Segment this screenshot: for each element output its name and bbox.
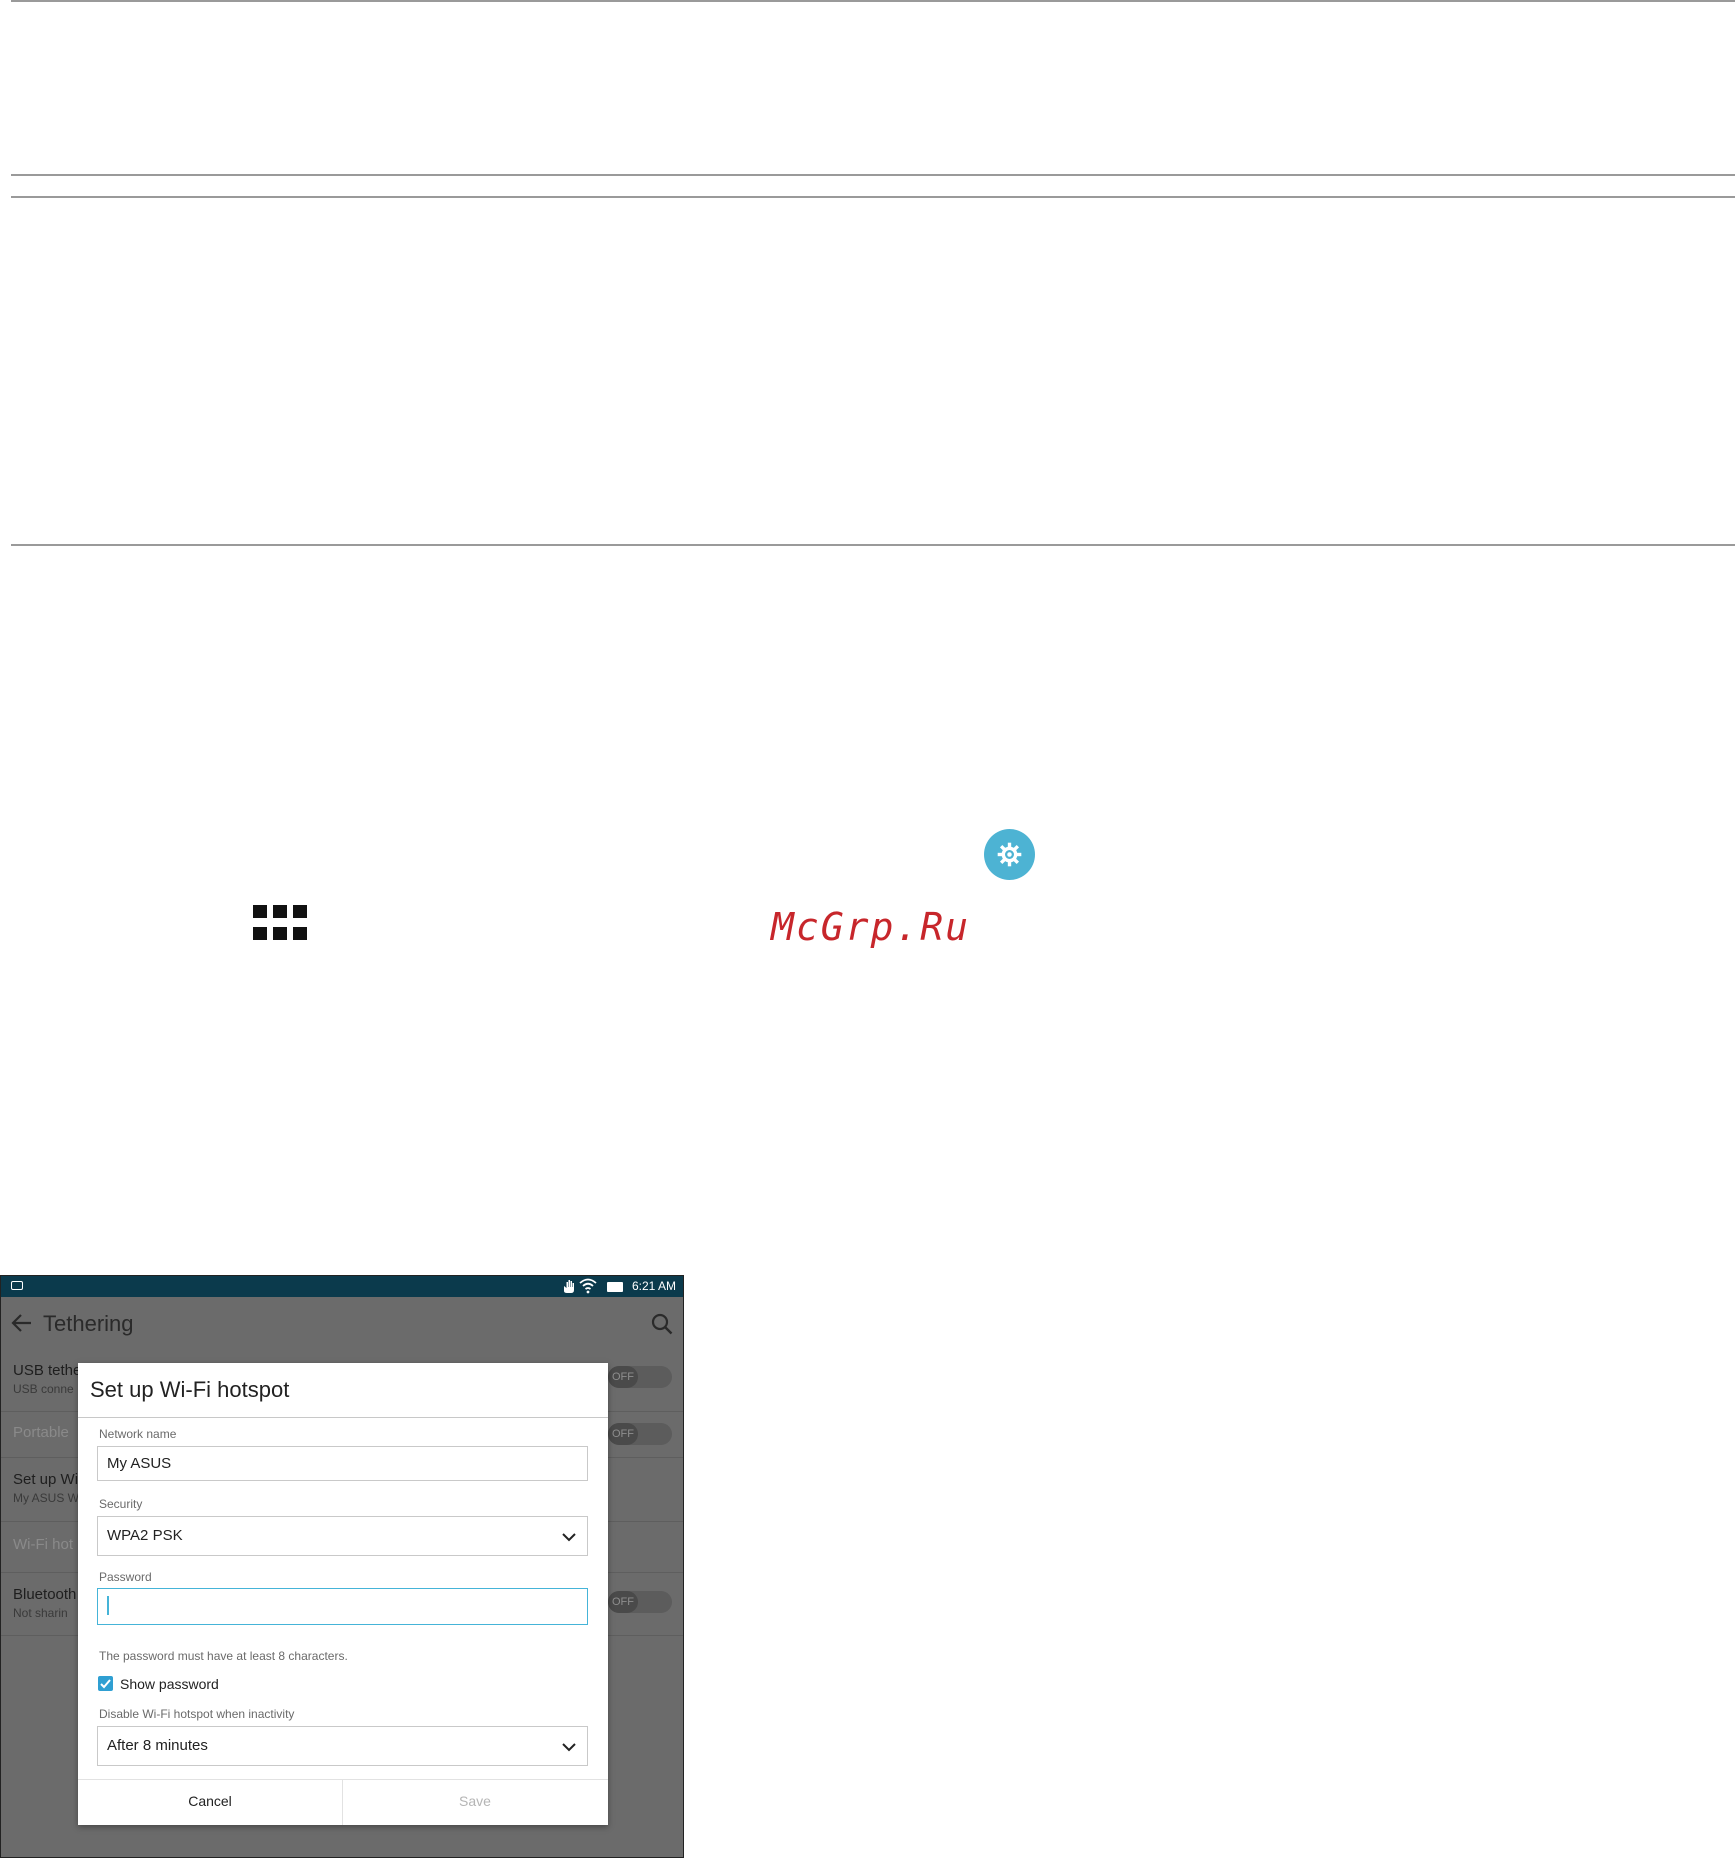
network-name-label: Network name: [99, 1427, 177, 1441]
show-password-checkbox[interactable]: [98, 1676, 113, 1691]
wifi-icon: [579, 1278, 597, 1294]
dialog-divider: [78, 1417, 608, 1418]
section-rule-bottom: [11, 544, 1735, 546]
status-bar: 6:21 AM: [1, 1276, 683, 1297]
network-name-input[interactable]: My ASUS: [97, 1446, 588, 1481]
password-label: Password: [99, 1570, 152, 1584]
row-title: Wi-Fi hot: [13, 1536, 73, 1553]
password-input[interactable]: [97, 1588, 588, 1625]
security-label: Security: [99, 1497, 143, 1511]
gallery-icon: [11, 1281, 23, 1290]
inactivity-label: Disable Wi-Fi hotspot when inactivity: [99, 1707, 295, 1721]
usb-tethering-toggle[interactable]: OFF: [608, 1366, 672, 1388]
row-title: USB tethe: [13, 1362, 82, 1379]
search-icon[interactable]: [651, 1313, 673, 1335]
hand-icon: [564, 1280, 574, 1293]
checkmark-icon: [100, 1679, 111, 1689]
show-password-label[interactable]: Show password: [120, 1676, 219, 1692]
inactivity-value: After 8 minutes: [107, 1737, 208, 1754]
save-button[interactable]: Save: [343, 1789, 607, 1813]
status-time: 6:21 AM: [631, 1279, 676, 1293]
section-rule-upper: [11, 174, 1735, 176]
wifi-hotspot-dialog: Set up Wi-Fi hotspot Network name My ASU…: [78, 1363, 608, 1825]
bluetooth-tethering-toggle[interactable]: OFF: [608, 1591, 672, 1613]
security-select[interactable]: WPA2 PSK: [97, 1516, 588, 1556]
chevron-down-icon: [562, 1533, 576, 1542]
text-caret: [107, 1596, 109, 1615]
cancel-button[interactable]: Cancel: [78, 1789, 342, 1813]
portable-hotspot-toggle[interactable]: OFF: [608, 1423, 672, 1445]
toggle-state: OFF: [608, 1366, 638, 1388]
watermark: McGrp.Ru: [771, 905, 971, 949]
apps-grid-icon: [253, 905, 307, 941]
row-title: Bluetooth: [13, 1586, 77, 1603]
toggle-state: OFF: [608, 1423, 638, 1445]
row-title: Portable: [13, 1424, 69, 1441]
top-rule: [11, 0, 1735, 2]
dialog-title: Set up Wi-Fi hotspot: [90, 1377, 290, 1402]
toggle-state: OFF: [608, 1591, 638, 1613]
inactivity-select[interactable]: After 8 minutes: [97, 1726, 588, 1766]
phone-screenshot: 6:21 AM Tethering USB tethe USB conne OF…: [0, 1275, 684, 1858]
password-hint: The password must have at least 8 charac…: [99, 1649, 348, 1663]
section-rule-lower: [11, 196, 1735, 198]
row-subtitle: Not sharin: [13, 1606, 68, 1620]
toolbar-title: Tethering: [43, 1311, 134, 1336]
settings-icon: [984, 829, 1035, 880]
security-value: WPA2 PSK: [107, 1527, 183, 1544]
battery-icon: [607, 1282, 623, 1292]
row-subtitle: My ASUS W: [13, 1491, 80, 1505]
back-arrow-icon[interactable]: [11, 1313, 33, 1333]
row-title: Set up Wi: [13, 1471, 79, 1488]
row-subtitle: USB conne: [13, 1382, 74, 1396]
chevron-down-icon: [562, 1743, 576, 1752]
